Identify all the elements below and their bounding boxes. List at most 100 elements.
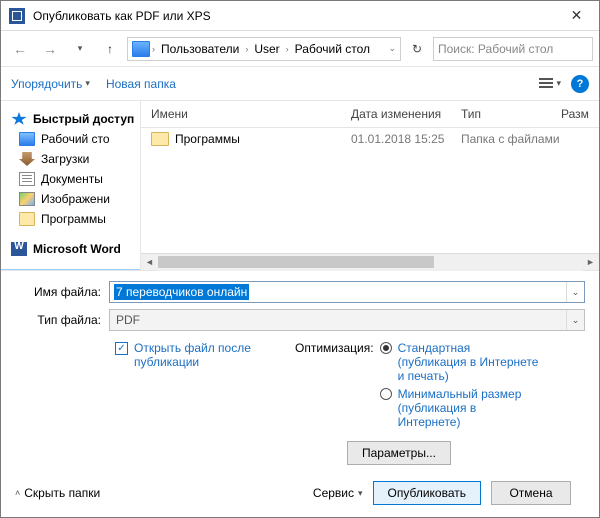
- radio-checked-icon: [380, 342, 392, 354]
- pictures-icon: [19, 192, 35, 206]
- chevron-down-icon[interactable]: ⌄: [566, 282, 584, 302]
- radio-unchecked-icon: [380, 388, 392, 400]
- nav-back-button[interactable]: ←: [7, 36, 33, 62]
- search-placeholder: Поиск: Рабочий стол: [438, 42, 553, 56]
- filetype-row: Тип файла: PDF ⌄: [15, 309, 585, 331]
- rows-area[interactable]: Программы 01.01.2018 15:25 Папка с файла…: [141, 128, 599, 253]
- app-icon: [9, 8, 25, 24]
- filename-value: 7 переводчиков онлайн: [114, 284, 249, 300]
- breadcrumb[interactable]: User: [250, 40, 283, 58]
- sidebar-item-quick-access[interactable]: Быстрый доступ: [1, 109, 140, 129]
- scroll-thumb[interactable]: [158, 256, 434, 268]
- optimization-group: Оптимизация: Стандартная (публикация в И…: [295, 341, 540, 429]
- filetype-value: PDF: [116, 313, 140, 327]
- item-date: 01.01.2018 15:25: [351, 132, 461, 146]
- cancel-button[interactable]: Отмена: [491, 481, 571, 505]
- pc-icon: [132, 41, 150, 57]
- service-button[interactable]: Сервис ▾: [313, 486, 363, 500]
- scroll-track[interactable]: [158, 254, 582, 271]
- column-headers: Имени Дата изменения Тип Разм: [141, 101, 599, 128]
- sidebar-label: Microsoft Word: [33, 242, 121, 256]
- publish-button[interactable]: Опубликовать: [373, 481, 481, 505]
- col-size[interactable]: Разм: [561, 107, 589, 121]
- refresh-button[interactable]: ↻: [405, 37, 429, 61]
- scroll-right-icon[interactable]: ►: [582, 254, 599, 271]
- breadcrumb[interactable]: Рабочий стол: [291, 40, 374, 58]
- breadcrumb[interactable]: Пользователи: [157, 40, 243, 58]
- folder-icon: [151, 132, 169, 146]
- sidebar-item-programs[interactable]: Программы: [1, 209, 140, 229]
- new-folder-button[interactable]: Новая папка: [106, 77, 176, 91]
- organize-label: Упорядочить: [11, 77, 82, 91]
- chevron-down-icon: ▾: [85, 78, 90, 89]
- sidebar-item-word[interactable]: Microsoft Word: [1, 239, 140, 259]
- view-button[interactable]: ▾: [539, 78, 561, 90]
- sidebar-item-pictures[interactable]: Изображени: [1, 189, 140, 209]
- list-item[interactable]: Программы 01.01.2018 15:25 Папка с файла…: [141, 128, 599, 150]
- sidebar-label: Изображени: [41, 192, 110, 206]
- opt-standard-radio[interactable]: Стандартная (публикация в Интернете и пе…: [380, 341, 540, 383]
- nav-recent-button[interactable]: ▾: [67, 36, 93, 62]
- sidebar-label: Программы: [41, 212, 106, 226]
- filename-label: Имя файла:: [15, 285, 101, 299]
- nav-bar: ← → ▾ ↑ › Пользователи › User › Рабочий …: [1, 31, 599, 67]
- chevron-down-icon: ▾: [556, 78, 561, 89]
- organize-button[interactable]: Упорядочить ▾: [11, 77, 90, 91]
- sidebar-label: Рабочий сто: [41, 132, 110, 146]
- nav-up-button[interactable]: ↑: [97, 36, 123, 62]
- item-name: Программы: [175, 132, 240, 146]
- help-button[interactable]: ?: [571, 75, 589, 93]
- opt-min-radio[interactable]: Минимальный размер (публикация в Интерне…: [380, 387, 540, 429]
- horizontal-scrollbar[interactable]: ◄ ►: [141, 253, 599, 270]
- sidebar-item-downloads[interactable]: Загрузки: [1, 149, 140, 169]
- chevron-down-icon: ▾: [358, 488, 363, 499]
- item-type: Папка с файлами: [461, 132, 561, 146]
- scroll-left-icon[interactable]: ◄: [141, 254, 158, 271]
- toolbar: Упорядочить ▾ Новая папка ▾ ?: [1, 67, 599, 101]
- word-icon: [11, 242, 27, 256]
- filename-field[interactable]: 7 переводчиков онлайн ⌄: [109, 281, 585, 303]
- downloads-icon: [19, 152, 35, 166]
- filename-row: Имя файла: 7 переводчиков онлайн ⌄: [15, 281, 585, 303]
- sidebar-item-desktop[interactable]: Рабочий сто: [1, 129, 140, 149]
- nav-forward-button: →: [37, 36, 63, 62]
- service-label: Сервис: [313, 486, 354, 500]
- sidebar-item-documents[interactable]: Документы: [1, 169, 140, 189]
- sidebar-label: Документы: [41, 172, 103, 186]
- parameters-button[interactable]: Параметры...: [347, 441, 451, 465]
- filetype-field[interactable]: PDF ⌄: [109, 309, 585, 331]
- parameters-label: Параметры...: [362, 446, 436, 460]
- opt-min-label: Минимальный размер (публикация в Интерне…: [398, 387, 540, 429]
- options-area: ✓ Открыть файл после публикации Оптимиза…: [15, 337, 585, 429]
- main-area: Быстрый доступ Рабочий сто Загрузки Доку…: [1, 101, 599, 270]
- col-type[interactable]: Тип: [461, 107, 561, 121]
- desktop-icon: [19, 132, 35, 146]
- documents-icon: [19, 172, 35, 186]
- check-icon: ✓: [115, 342, 128, 355]
- filetype-label: Тип файла:: [15, 313, 101, 327]
- chevron-down-icon[interactable]: ⌄: [388, 43, 396, 54]
- chevron-down-icon[interactable]: ⌄: [566, 310, 584, 330]
- footer: ˄ Скрыть папки Сервис ▾ Опубликовать Отм…: [15, 471, 585, 505]
- opt-standard-label: Стандартная (публикация в Интернете и пе…: [398, 341, 540, 383]
- sidebar-label: Быстрый доступ: [33, 112, 134, 126]
- open-after-checkbox[interactable]: ✓ Открыть файл после публикации: [115, 341, 255, 369]
- address-bar[interactable]: › Пользователи › User › Рабочий стол ⌄: [127, 37, 401, 61]
- bottom-panel: Имя файла: 7 переводчиков онлайн ⌄ Тип ф…: [1, 270, 599, 517]
- titlebar: Опубликовать как PDF или XPS ✕: [1, 1, 599, 31]
- close-button[interactable]: ✕: [554, 1, 599, 31]
- optimization-label: Оптимизация:: [295, 341, 374, 429]
- file-list: Имени Дата изменения Тип Разм Программы …: [141, 101, 599, 270]
- col-date[interactable]: Дата изменения: [351, 107, 461, 121]
- star-icon: [11, 112, 27, 126]
- hide-folders-button[interactable]: ˄ Скрыть папки: [15, 486, 100, 500]
- hide-folders-label: Скрыть папки: [24, 486, 100, 500]
- cancel-label: Отмена: [509, 486, 552, 500]
- chevron-right-icon: ›: [245, 44, 248, 54]
- chevron-right-icon: ›: [152, 44, 155, 54]
- chevron-right-icon: ›: [286, 44, 289, 54]
- col-name[interactable]: Имени: [151, 107, 351, 121]
- view-icon: [539, 78, 553, 90]
- sidebar-label: Загрузки: [41, 152, 89, 166]
- search-input[interactable]: Поиск: Рабочий стол: [433, 37, 593, 61]
